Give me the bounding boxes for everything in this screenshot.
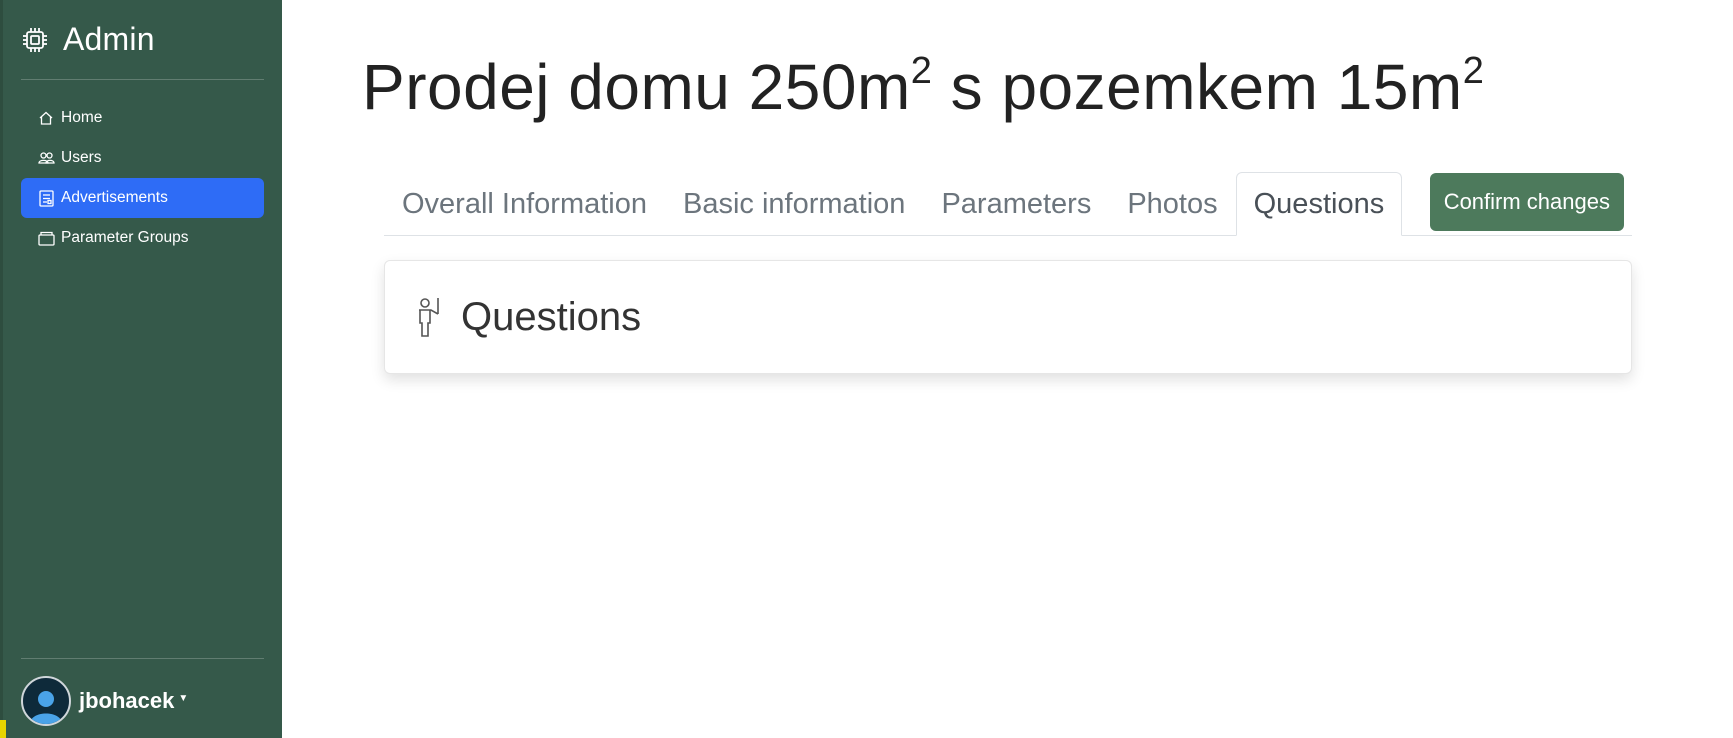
sidebar: Admin Home Users Advertisements Paramete… <box>0 0 282 738</box>
sidebar-item-label: Users <box>61 149 102 166</box>
sidebar-item-users[interactable]: Users <box>21 138 264 178</box>
tab-basic-information[interactable]: Basic information <box>665 172 923 236</box>
sidebar-item-label: Home <box>61 109 103 126</box>
sidebar-item-label: Advertisements <box>61 189 168 206</box>
house-icon <box>37 109 55 127</box>
username: jbohacek <box>79 687 175 713</box>
page-title: Prodej domu 250m2 s pozemkem 15m2 <box>362 50 1485 123</box>
brand-title: Admin <box>63 21 155 57</box>
questions-card: Questions <box>384 260 1632 374</box>
confirm-changes-button[interactable]: Confirm changes <box>1429 173 1624 231</box>
people-icon <box>37 149 55 167</box>
tab-questions[interactable]: Questions <box>1235 172 1403 236</box>
brand[interactable]: Admin <box>21 0 264 80</box>
cpu-icon <box>21 26 49 54</box>
sidebar-item-parameter-groups[interactable]: Parameter Groups <box>21 218 264 258</box>
tabs-row: Overall Information Basic information Pa… <box>384 172 1632 236</box>
caret-down-icon: ▼ <box>178 693 189 704</box>
card-title: Questions <box>461 294 642 339</box>
sidebar-nav: Home Users Advertisements Parameter Grou… <box>21 98 264 258</box>
app-root: Admin Home Users Advertisements Paramete… <box>0 0 1733 738</box>
user-menu[interactable]: jbohacek ▼ <box>21 658 264 738</box>
box-icon <box>37 229 55 247</box>
user-avatar-icon <box>21 675 71 726</box>
sidebar-item-advertisements[interactable]: Advertisements <box>21 178 264 218</box>
edge-marker <box>0 720 6 738</box>
sidebar-item-label: Parameter Groups <box>61 229 189 246</box>
tab-parameters[interactable]: Parameters <box>923 172 1109 236</box>
sidebar-item-home[interactable]: Home <box>21 98 264 138</box>
person-raised-hand-icon <box>415 295 445 339</box>
tab-photos[interactable]: Photos <box>1109 172 1235 236</box>
list-icon <box>37 189 55 207</box>
main-content: Prodej domu 250m2 s pozemkem 15m2 Overal… <box>282 0 1733 738</box>
tab-overall-information[interactable]: Overall Information <box>384 172 665 236</box>
